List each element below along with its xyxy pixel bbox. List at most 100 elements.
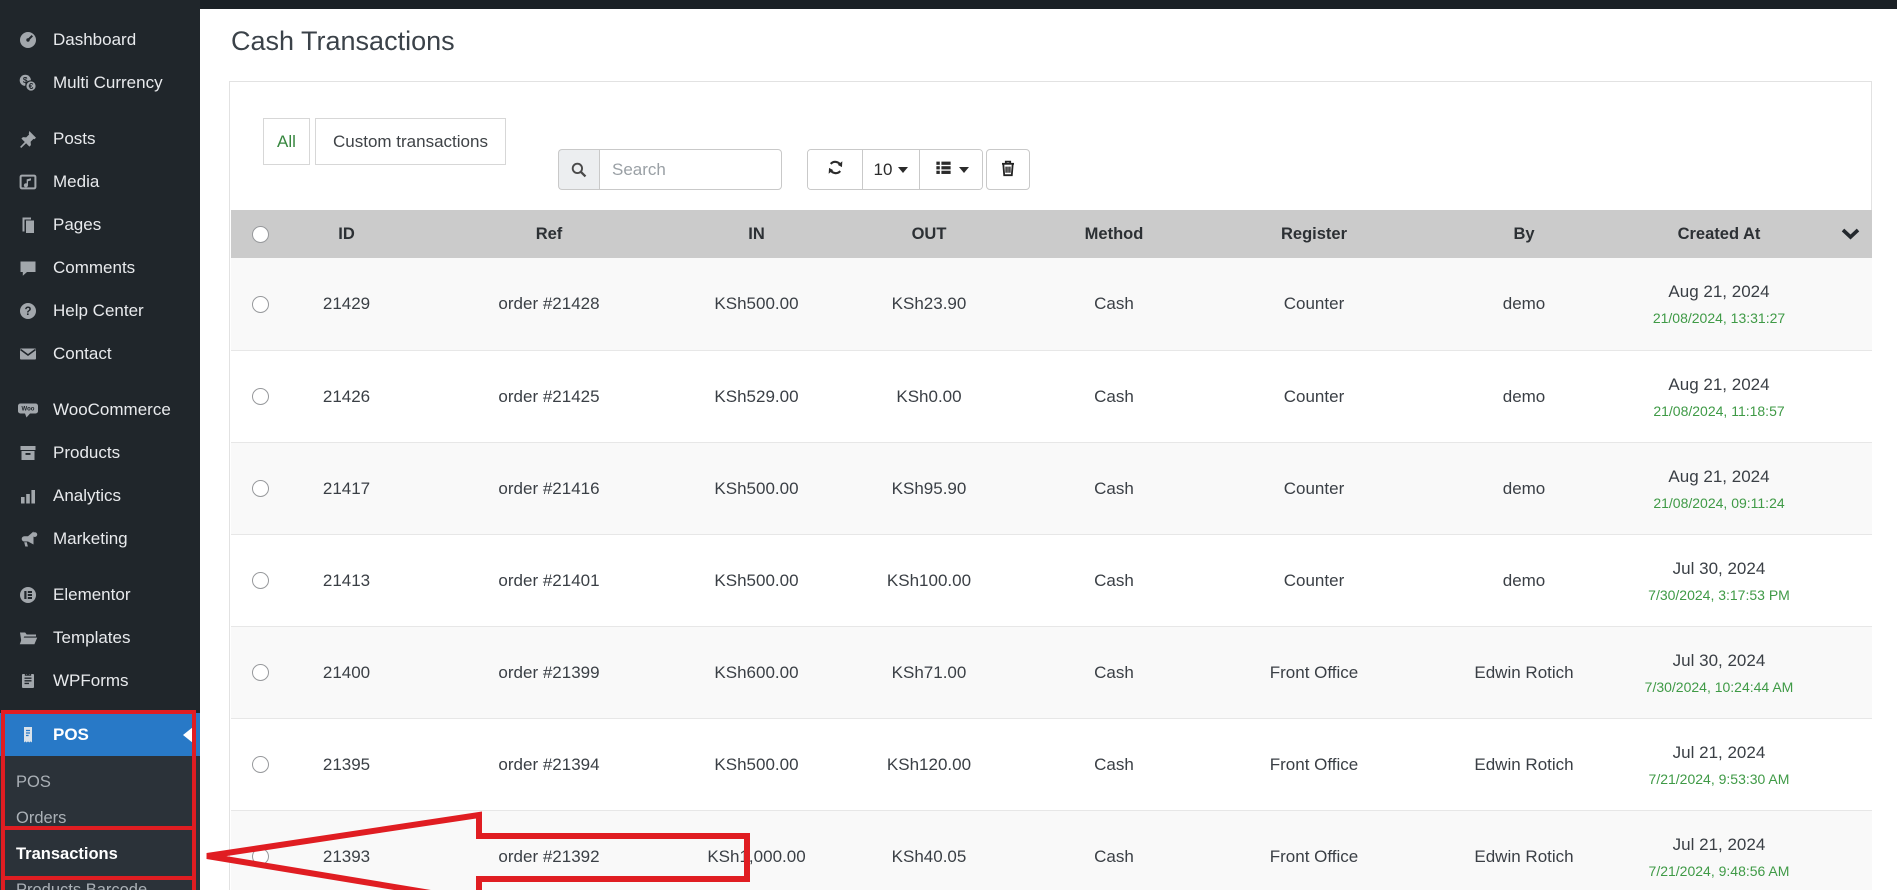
cell-method: Cash xyxy=(1094,662,1134,682)
table-toolbar: 10 xyxy=(807,149,983,190)
search-input[interactable] xyxy=(599,149,782,190)
sidebar-item-label: Contact xyxy=(53,343,112,363)
select-all-radio[interactable] xyxy=(251,225,269,243)
caret-down-icon xyxy=(898,166,909,173)
media-icon xyxy=(16,171,40,193)
cell-out: KSh100.00 xyxy=(886,570,972,590)
sidebar-item-dashboard[interactable]: Dashboard xyxy=(0,18,200,61)
submenu-item-pos[interactable]: POS xyxy=(0,764,200,800)
page-size-value: 10 xyxy=(873,159,893,179)
submenu-item-transactions[interactable]: Transactions xyxy=(0,836,200,872)
pos-submenu: POS Orders Transactions Products Barcode xyxy=(0,756,200,890)
column-header-ref[interactable]: Ref xyxy=(404,225,694,244)
admin-topbar xyxy=(0,0,1897,9)
sidebar-item-wpforms[interactable]: WPForms xyxy=(0,659,200,702)
column-header-created-at[interactable]: Created At xyxy=(1609,225,1829,244)
folder-icon xyxy=(16,627,40,649)
table-header-row: ID Ref IN OUT Method Register By Created… xyxy=(231,210,1872,258)
row-radio[interactable] xyxy=(251,295,269,313)
sidebar-item-label: Dashboard xyxy=(53,29,137,49)
analytics-icon xyxy=(16,485,40,507)
column-header-in[interactable]: IN xyxy=(694,225,819,244)
cell-created-at: Aug 21, 2024 21/08/2024, 09:11:24 xyxy=(1653,466,1785,511)
table-row: 21426 order #21425 KSh529.00 KSh0.00 Cas… xyxy=(231,350,1872,442)
sidebar-item-label: Posts xyxy=(53,128,96,148)
sidebar-item-elementor[interactable]: Elementor xyxy=(0,573,200,616)
sidebar-item-woocommerce[interactable]: Woo WooCommerce xyxy=(0,388,200,431)
sidebar-item-analytics[interactable]: Analytics xyxy=(0,474,200,517)
sidebar-item-help-center[interactable]: ? Help Center xyxy=(0,289,200,332)
sidebar-item-label: Multi Currency xyxy=(53,72,163,92)
cell-id: 21426 xyxy=(322,386,371,406)
row-radio[interactable] xyxy=(251,572,269,589)
table-row: 21417 order #21416 KSh500.00 KSh95.90 Ca… xyxy=(231,442,1872,534)
cell-id: 21400 xyxy=(322,662,371,682)
cell-method: Cash xyxy=(1094,754,1134,774)
submenu-item-products-barcode[interactable]: Products Barcode xyxy=(0,872,200,890)
cell-in: KSh500.00 xyxy=(714,294,799,313)
cell-in: KSh1,000.00 xyxy=(707,846,806,866)
sidebar-item-products[interactable]: Products xyxy=(0,431,200,474)
trash-icon xyxy=(998,158,1018,181)
cell-out: KSh40.05 xyxy=(891,846,967,866)
collapse-left-icon xyxy=(183,727,193,743)
refresh-icon xyxy=(826,158,845,182)
table-body: 21429 order #21428 KSh500.00 KSh23.90 Ca… xyxy=(231,258,1872,890)
sidebar-item-pos[interactable]: POS xyxy=(0,713,200,756)
transactions-panel: All Custom transactions 10 xyxy=(229,81,1872,890)
sidebar-item-label: Analytics xyxy=(53,485,122,505)
tab-all[interactable]: All xyxy=(263,118,310,165)
sidebar-item-marketing[interactable]: Marketing xyxy=(0,517,200,560)
submenu-item-orders[interactable]: Orders xyxy=(0,800,200,836)
row-radio[interactable] xyxy=(251,388,269,405)
sidebar-separator xyxy=(0,104,200,117)
delete-button[interactable] xyxy=(986,149,1030,190)
sidebar-item-comments[interactable]: Comments xyxy=(0,246,200,289)
row-radio[interactable] xyxy=(251,848,269,865)
megaphone-icon xyxy=(16,528,40,550)
column-header-out[interactable]: OUT xyxy=(819,225,1039,244)
cell-register: Front Office xyxy=(1269,754,1359,774)
cell-by: demo xyxy=(1502,294,1546,313)
sidebar-item-label: POS xyxy=(53,724,89,744)
sidebar-item-pages[interactable]: Pages xyxy=(0,203,200,246)
column-header-register[interactable]: Register xyxy=(1189,225,1439,244)
column-header-by[interactable]: By xyxy=(1439,225,1609,244)
cell-ref: order #21394 xyxy=(498,754,600,774)
column-header-id[interactable]: ID xyxy=(289,225,404,244)
sidebar-item-multi-currency[interactable]: $ € Multi Currency xyxy=(0,61,200,104)
row-radio[interactable] xyxy=(251,756,269,773)
pages-icon xyxy=(16,214,40,236)
cell-method: Cash xyxy=(1094,478,1134,498)
row-radio[interactable] xyxy=(251,664,269,681)
pushpin-icon xyxy=(16,128,40,150)
sidebar-item-media[interactable]: Media xyxy=(0,160,200,203)
row-radio[interactable] xyxy=(251,480,269,497)
transactions-table: ID Ref IN OUT Method Register By Created… xyxy=(231,210,1872,890)
tab-custom-transactions[interactable]: Custom transactions xyxy=(315,118,506,165)
multi-currency-icon: $ € xyxy=(16,72,40,94)
cell-in: KSh500.00 xyxy=(714,754,799,774)
table-row: 21393 order #21392 KSh1,000.00 KSh40.05 … xyxy=(231,810,1872,890)
column-header-method[interactable]: Method xyxy=(1039,225,1189,244)
cell-ref: order #21392 xyxy=(498,846,600,866)
sidebar-item-label: Pages xyxy=(53,214,102,234)
comment-icon xyxy=(16,257,40,279)
cell-in: KSh600.00 xyxy=(714,662,799,682)
sidebar-item-templates[interactable]: Templates xyxy=(0,616,200,659)
cell-register: Counter xyxy=(1283,570,1345,590)
sort-chevron-icon[interactable] xyxy=(1829,228,1872,240)
cell-method: Cash xyxy=(1094,846,1134,866)
sidebar-item-contact[interactable]: Contact xyxy=(0,332,200,375)
sidebar-item-posts[interactable]: Posts xyxy=(0,117,200,160)
cell-by: Edwin Rotich xyxy=(1474,846,1574,866)
cell-out: KSh95.90 xyxy=(891,478,967,498)
refresh-button[interactable] xyxy=(808,150,862,189)
cell-method: Cash xyxy=(1094,570,1134,590)
form-icon xyxy=(16,670,40,692)
page-size-dropdown[interactable]: 10 xyxy=(862,150,919,189)
cell-ref: order #21401 xyxy=(498,570,600,590)
columns-dropdown[interactable] xyxy=(919,150,982,189)
cell-register: Counter xyxy=(1283,478,1345,498)
cell-created-at: Jul 21, 2024 7/21/2024, 9:48:56 AM xyxy=(1648,834,1790,879)
